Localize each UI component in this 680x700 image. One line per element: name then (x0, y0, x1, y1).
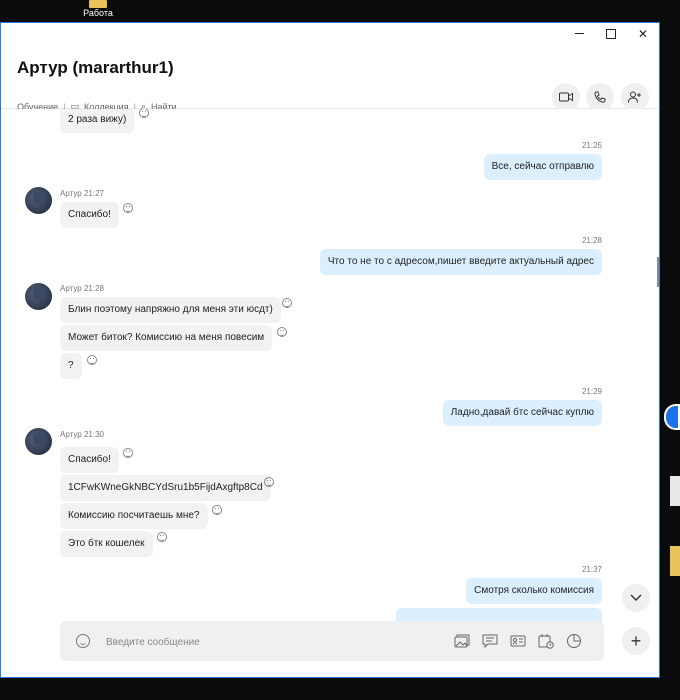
contact-card-button[interactable] (510, 633, 526, 649)
message-bubble[interactable]: ? (60, 353, 82, 379)
video-call-icon (559, 92, 573, 102)
desktop-folder-icon-2[interactable] (670, 546, 680, 576)
emoji-reaction-icon[interactable] (123, 448, 133, 458)
emoji-reaction-icon[interactable] (157, 532, 167, 542)
avatar[interactable] (25, 187, 52, 214)
message-time: 21:37 (581, 565, 602, 574)
skype-window: ✕ Артур (mararthur1) Обучение | ▭ Коллек… (0, 22, 660, 678)
message-bubble[interactable]: Блин поэтому напряжно для меня эти юсдт) (60, 297, 281, 323)
close-button[interactable]: ✕ (627, 23, 659, 44)
sender-info: Артур 21:28 (60, 284, 104, 293)
sender-info: Артур 21:30 (60, 430, 104, 439)
app-circle-icon (664, 404, 680, 430)
maximize-button[interactable] (595, 23, 627, 44)
chevron-down-icon (630, 594, 642, 601)
desktop-document-icon[interactable] (664, 476, 680, 506)
schedule-icon (538, 634, 554, 649)
message-bubble[interactable]: Комиссию посчитаешь мне? (60, 503, 208, 529)
message-bubble[interactable]: Все, сейчас отправлю (483, 154, 602, 180)
message-composer (60, 621, 604, 661)
message-bubble[interactable]: Спасибо! (60, 447, 119, 473)
message-bubble[interactable]: Смотря сколько комиссия (466, 578, 602, 604)
title-bar: ✕ (1, 23, 659, 44)
message-bubble[interactable]: Ладно,давай бтс сейчас куплю (442, 400, 602, 426)
message-input[interactable] (104, 631, 408, 653)
emoji-reaction-icon[interactable] (123, 203, 133, 213)
avatar[interactable] (25, 283, 52, 310)
chat-header: Артур (mararthur1) Обучение | ▭ Коллекци… (1, 44, 659, 112)
media-gallery-icon (454, 634, 470, 648)
emoji-reaction-icon[interactable] (264, 477, 274, 487)
poll-icon (567, 634, 581, 648)
minimize-button[interactable] (563, 23, 595, 44)
message-bubble[interactable]: Может биток? Комиссию на меня повесим (60, 325, 273, 351)
folder-icon (89, 0, 107, 8)
chat-bubble-icon (482, 634, 498, 648)
scrollbar-thumb[interactable] (657, 257, 659, 287)
message-list[interactable]: 2 раза вижу) 21:25 Все, сейчас отправлю … (1, 109, 659, 629)
message-bubble[interactable]: Это бтк кошелек (60, 531, 153, 557)
desktop-folder-icon[interactable]: Работа (78, 0, 118, 18)
message-time: 21:25 (581, 141, 602, 150)
avatar[interactable] (25, 428, 52, 455)
media-gallery-button[interactable] (454, 633, 470, 649)
contact-card-icon (510, 635, 526, 647)
add-person-icon (628, 91, 641, 103)
emoji-reaction-icon[interactable] (212, 505, 222, 515)
emoji-reaction-icon[interactable] (277, 327, 287, 337)
message-options-button[interactable] (482, 633, 498, 649)
poll-button[interactable] (566, 633, 582, 649)
message-bubble[interactable]: Спасибо! (60, 202, 119, 228)
document-icon (670, 476, 680, 506)
emoji-reaction-icon[interactable] (139, 109, 149, 118)
message-bubble[interactable]: Что то не то с адресом,пишет введите акт… (319, 249, 602, 275)
desktop-folder-label: Работа (83, 8, 113, 18)
plus-icon: + (630, 630, 642, 651)
phone-icon (594, 91, 606, 103)
emoji-reaction-icon[interactable] (282, 298, 292, 308)
audio-call-button[interactable] (586, 83, 614, 111)
video-call-button[interactable] (552, 83, 580, 111)
message-time: 21:28 (581, 236, 602, 245)
scroll-to-bottom-button[interactable] (622, 584, 650, 612)
emoji-icon[interactable] (76, 634, 90, 648)
emoji-reaction-icon[interactable] (87, 355, 97, 365)
add-attachment-button[interactable]: + (622, 627, 650, 655)
sender-info: Артур 21:27 (60, 189, 104, 198)
message-bubble[interactable]: 1CFwKWneGkNBCYdSru1b5FijdAxgftp8Cd (60, 475, 271, 501)
message-time: 21:29 (581, 387, 602, 396)
desktop-app-icon[interactable] (664, 404, 680, 450)
message-bubble[interactable]: 2 раза вижу) (60, 109, 135, 133)
chat-title[interactable]: Артур (mararthur1) (17, 58, 174, 78)
add-participant-button[interactable] (621, 83, 649, 111)
schedule-button[interactable] (538, 633, 554, 649)
